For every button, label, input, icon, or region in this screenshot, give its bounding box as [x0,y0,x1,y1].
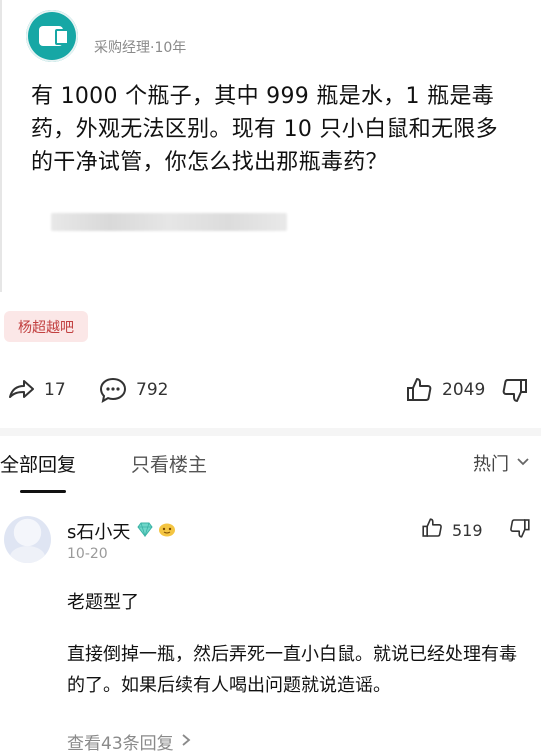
comment-count: 792 [136,380,169,400]
active-tab-indicator [20,490,66,493]
question-text: 有 1000 个瓶子，其中 999 瓶是水，1 瓶是毒药，外观无法区别。现有 1… [31,84,498,175]
view-more-replies[interactable]: 查看43条回复 [67,729,192,754]
chevron-right-icon [174,732,192,752]
emoji-badge-icon [158,521,176,542]
thumbs-down-icon [500,375,530,405]
commenter-name-row: s石小天 [67,518,176,544]
view-more-label: 查看43条回复 [67,734,174,754]
share-icon [6,375,36,405]
post-header: 采购经理·10年 [26,10,186,62]
comment-icon [98,375,128,405]
comment-text-line1: 老题型了 [67,592,139,613]
left-border [0,0,2,292]
author-meta: 采购经理·10年 [94,40,187,56]
comment-like-button[interactable]: 519 [420,516,483,544]
blurred-text [51,213,287,231]
like-count: 2049 [442,380,486,400]
thumbs-down-icon [508,519,532,544]
thumbs-up-icon [404,375,434,405]
like-button[interactable]: 2049 [404,370,485,410]
chevron-down-icon [509,453,531,474]
forum-tag[interactable]: 杨超越吧 [4,311,88,342]
dislike-button[interactable] [500,370,530,410]
diamond-badge-icon [136,521,154,542]
sort-dropdown[interactable]: 热门 [473,450,531,476]
comment-date: 10-20 [67,546,108,562]
sort-label: 热门 [473,454,509,475]
commenter-name[interactable]: s石小天 [67,518,130,544]
thumbs-up-icon [420,516,444,544]
share-count: 17 [44,380,66,400]
comment-like-count: 519 [452,520,483,540]
section-divider [0,428,541,436]
author-avatar[interactable] [26,10,78,62]
post-actions: 17 792 2049 [0,370,541,410]
reply-tabs: 全部回复 只看楼主 热门 [0,446,541,493]
tab-all-replies[interactable]: 全部回复 [0,450,76,477]
comment-button[interactable]: 792 [98,370,168,410]
tab-op-only[interactable]: 只看楼主 [131,450,207,477]
commenter-avatar[interactable] [4,516,51,563]
comment-text-body: 直接倒掉一瓶，然后弄死一直小白鼠。就说已经处理有毒的了。如果后续有人喝出问题就说… [67,644,517,696]
comment-dislike-button[interactable] [508,516,532,544]
share-button[interactable]: 17 [6,370,66,410]
